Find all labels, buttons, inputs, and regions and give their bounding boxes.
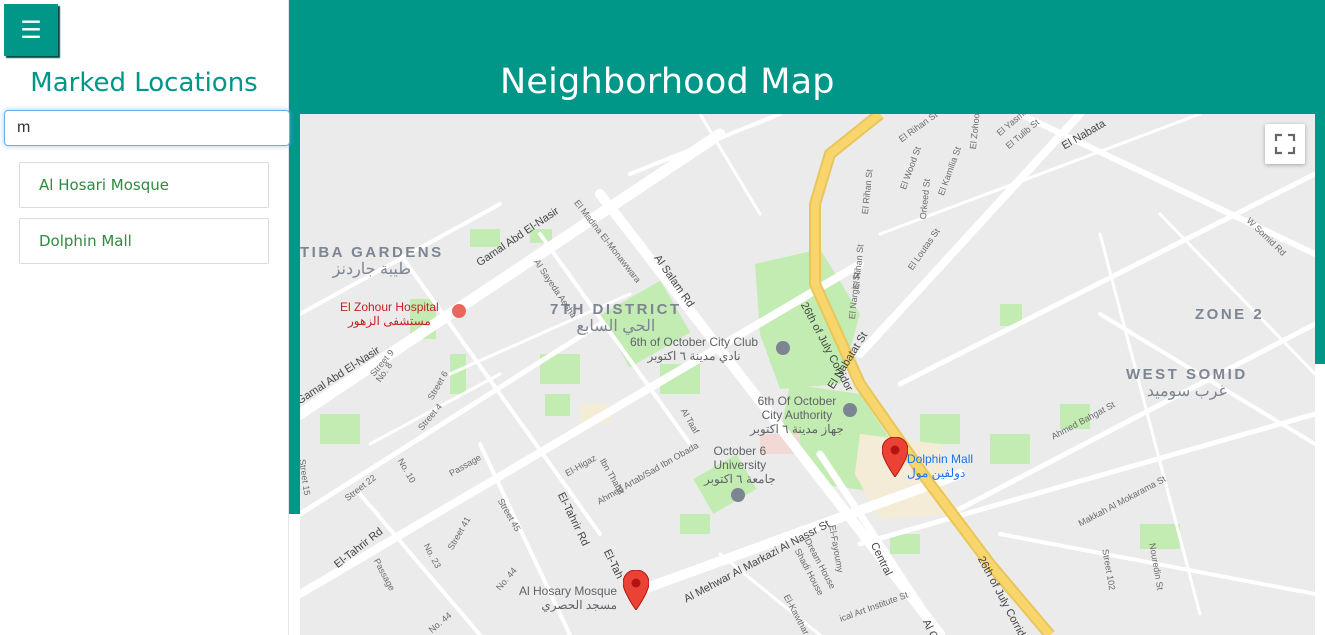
fullscreen-icon	[1274, 133, 1296, 155]
location-filter-input[interactable]	[4, 110, 290, 146]
landmark-icon	[843, 403, 857, 417]
location-item-dolphin-mall[interactable]: Dolphin Mall	[19, 218, 269, 264]
poi-label-el-zohour-hospital: El Zohour Hospital مستشفى الزهور	[340, 300, 439, 328]
sidebar: ☰ Marked Locations Al Hosari Mosque Dolp…	[0, 0, 290, 635]
location-list: Al Hosari Mosque Dolphin Mall	[19, 162, 269, 274]
poi-label-city-authority: 6th Of October City Authority جهاز مدينة…	[750, 394, 844, 436]
hamburger-menu-icon: ☰	[20, 16, 42, 44]
page-title: Neighborhood Map	[500, 62, 835, 102]
fullscreen-button[interactable]	[1265, 124, 1305, 164]
location-marker-icon[interactable]	[623, 570, 649, 610]
menu-button[interactable]: ☰	[4, 4, 58, 56]
map-frame-left	[288, 114, 300, 514]
district-label-zone-2: ZONE 2	[1195, 306, 1265, 323]
district-label-tiba-gardens: TIBA GARDENS طيبة جاردنز	[300, 244, 444, 279]
sidebar-title: Marked Locations	[30, 68, 258, 98]
location-marker-icon[interactable]	[882, 437, 908, 477]
district-label-west-somid: WEST SOMID غرب سوميد	[1126, 366, 1248, 401]
university-icon	[731, 488, 745, 502]
poi-label-city-club: 6th of October City Club نادي مدينة ٦ اك…	[630, 335, 759, 363]
map[interactable]: TIBA GARDENS طيبة جاردنز 7TH DISTRICT ال…	[300, 114, 1315, 635]
poi-label-october-6-university: October 6 University جامعة ٦ اكتوبر	[704, 444, 776, 486]
poi-label-dolphin-mall: Dolphin Mall دولفين مول	[907, 452, 974, 480]
hospital-icon	[452, 304, 466, 318]
map-frame-right	[1315, 114, 1325, 364]
location-item-al-hosari-mosque[interactable]: Al Hosari Mosque	[19, 162, 269, 208]
poi-label-al-hosary-mosque: Al Hosary Mosque مسجد الحصري	[519, 584, 618, 612]
location-pin-icon	[776, 341, 790, 355]
